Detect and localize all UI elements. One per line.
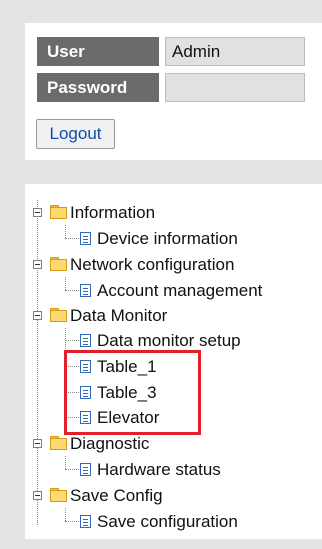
tree-branch-line	[65, 456, 66, 469]
tree-root-line	[37, 200, 38, 525]
login-panel: User Admin Password Logout	[25, 23, 322, 160]
tree-branch-line	[65, 225, 66, 238]
tree-folder-label: Network configuration	[70, 255, 235, 274]
tree-branch-line	[65, 277, 66, 290]
folder-icon	[50, 257, 67, 271]
logout-button[interactable]: Logout	[36, 119, 115, 149]
tree-folder-label: Diagnostic	[70, 434, 150, 453]
password-label: Password	[37, 73, 159, 102]
collapse-toggle-data-monitor[interactable]	[33, 311, 42, 320]
highlight-box	[64, 350, 201, 435]
tree-branch-line	[65, 290, 79, 291]
collapse-toggle-diagnostic[interactable]	[33, 439, 42, 448]
document-icon	[80, 284, 91, 297]
folder-icon	[50, 308, 67, 322]
tree-branch-line	[65, 340, 79, 341]
tree-branch-line	[65, 238, 79, 239]
tree-folder-label: Data Monitor	[70, 306, 168, 325]
password-field[interactable]	[165, 73, 305, 102]
collapse-toggle-network[interactable]	[33, 260, 42, 269]
document-icon	[80, 334, 91, 347]
tree-folder-label: Information	[70, 203, 156, 222]
folder-icon	[50, 205, 67, 219]
tree-branch-line	[65, 508, 66, 521]
collapse-toggle-save-config[interactable]	[33, 491, 42, 500]
tree-branch-line	[65, 521, 79, 522]
tree-item-label: Save configuration	[97, 512, 238, 531]
tree-branch-line	[65, 469, 79, 470]
collapse-toggle-information[interactable]	[33, 208, 42, 217]
document-icon	[80, 515, 91, 528]
folder-icon	[50, 488, 67, 502]
document-icon	[80, 232, 91, 245]
document-icon	[80, 463, 91, 476]
tree-folder-label: Save Config	[70, 486, 163, 505]
user-field[interactable]: Admin	[165, 37, 305, 66]
user-label: User	[37, 37, 159, 66]
tree-item-label: Hardware status	[97, 460, 221, 479]
tree-item-label: Device information	[97, 229, 238, 248]
folder-icon	[50, 436, 67, 450]
tree-item-label: Account management	[97, 281, 263, 300]
